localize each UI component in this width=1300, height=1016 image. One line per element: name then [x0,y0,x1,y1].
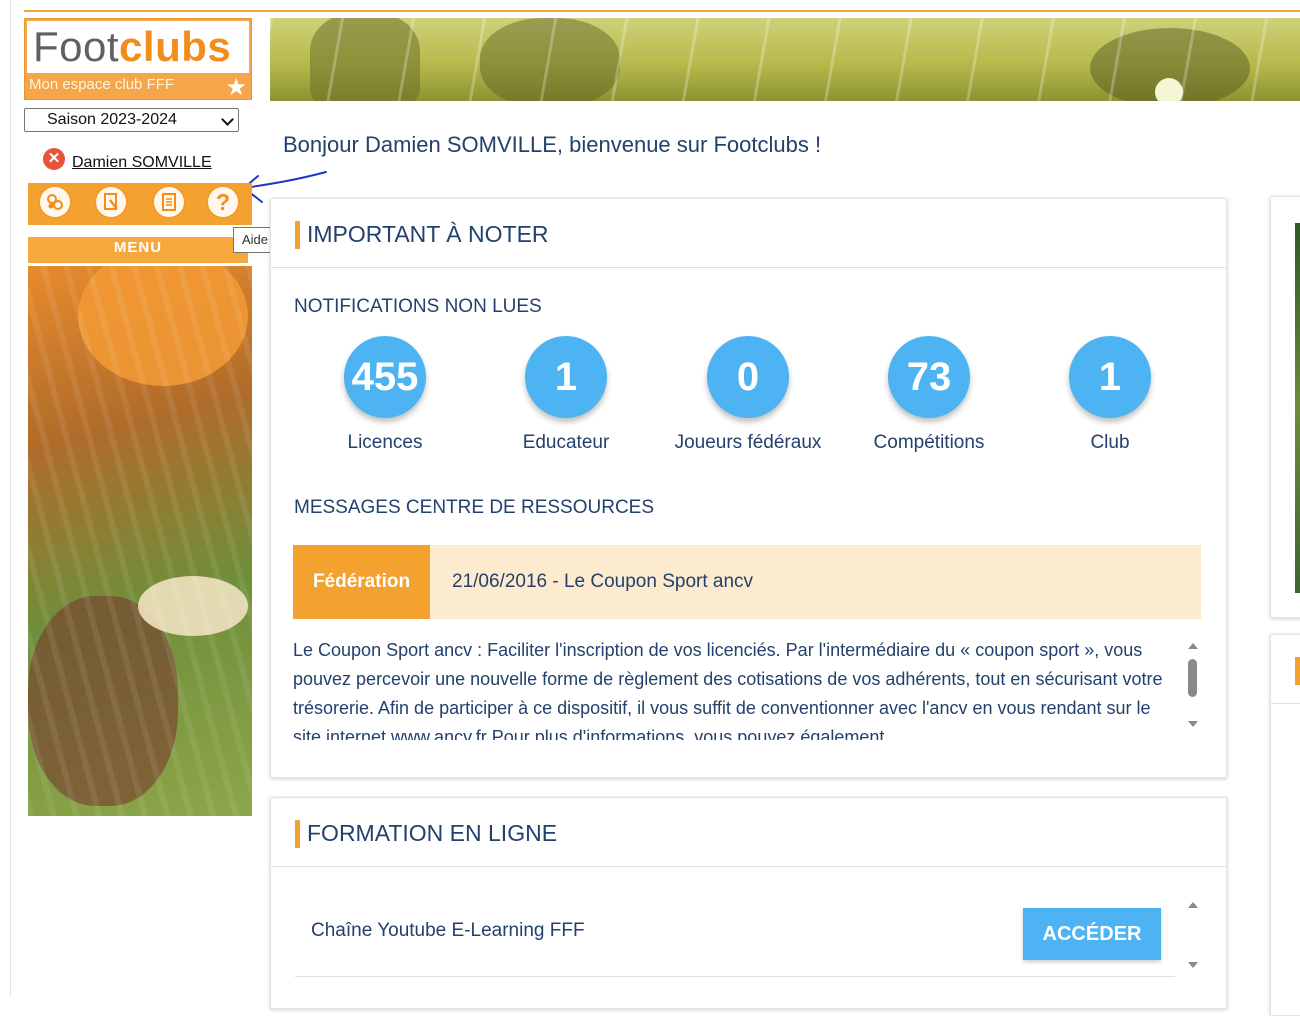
formation-item: Chaîne Youtube E-Learning FFF ACCÉDER [295,890,1175,977]
scroll-down-icon[interactable] [1188,962,1198,968]
logo-tagline: Mon espace club FFF [29,76,175,93]
scrollbar-thumb[interactable] [1188,659,1197,697]
notification-label: Educateur [522,432,610,453]
message-source-tag: Fédération [293,545,430,619]
user-name-link[interactable]: Damien SOMVILLE [72,154,212,172]
title-accent-bar [295,221,300,249]
formation-panel-title: FORMATION EN LIGNE [307,820,558,846]
notification-label: Club [1090,432,1130,453]
notification-count-badge: 73 [888,336,970,418]
message-title: 21/06/2016 - Le Coupon Sport ancv [452,571,754,592]
logo-wordmark: Footclubs [27,21,249,73]
notification-educateur[interactable]: 1 Educateur [486,336,646,454]
notifications-title: NOTIFICATIONS NON LUES [294,296,542,317]
notification-club[interactable]: 1 Club [1030,336,1190,454]
season-select-value: Saison 2023-2024 [47,111,177,128]
title-accent-bar [295,820,300,848]
formation-scrollbar[interactable] [1185,902,1201,968]
right-panel [1270,634,1300,1016]
logo-word-clubs: clubs [119,23,232,70]
logo-word-foot: Foot [33,23,120,70]
chevron-down-icon [221,113,234,126]
page-left-border [10,0,11,996]
message-body: Le Coupon Sport ancv : Faciliter l'inscr… [293,640,1163,740]
notification-label: Licences [347,432,423,453]
notification-label: Joueurs fédéraux [674,432,822,453]
message-row[interactable]: Fédération 21/06/2016 - Le Coupon Sport … [293,545,1201,619]
formation-panel-header: FORMATION EN LIGNE [271,798,1226,867]
toolbar: ? [28,183,252,225]
important-panel-header: IMPORTANT À NOTER [271,199,1226,268]
formation-item-label: Chaîne Youtube E-Learning FFF [311,920,585,941]
season-select[interactable]: Saison 2023-2024 [24,108,239,132]
notification-competitions[interactable]: 73 Compétitions [849,336,1009,454]
star-icon: ★ [225,74,247,101]
logout-icon[interactable]: ✕ [43,148,65,170]
footclubs-logo[interactable]: Footclubs Mon espace club FFF ★ [24,18,252,101]
scroll-up-icon[interactable] [1188,902,1198,908]
right-image-panel [1270,196,1300,618]
scroll-down-icon[interactable] [1188,721,1198,727]
notification-count-badge: 1 [1069,336,1151,418]
acceder-button[interactable]: ACCÉDER [1023,908,1161,960]
notification-licences[interactable]: 455 Licences [305,336,465,454]
notification-count-badge: 455 [344,336,426,418]
header-banner-image [270,18,1300,101]
important-panel-title: IMPORTANT À NOTER [307,221,549,247]
message-scrollbar[interactable] [1185,643,1201,727]
notes-icon[interactable] [152,185,186,219]
welcome-message: Bonjour Damien SOMVILLE, bienvenue sur F… [283,132,822,157]
messages-title: MESSAGES CENTRE DE RESSOURCES [294,497,655,518]
document-search-icon[interactable] [94,185,128,219]
notification-joueurs-federaux[interactable]: 0 Joueurs fédéraux [668,336,828,454]
help-icon[interactable]: ? [206,185,240,219]
club-icon[interactable] [38,185,72,219]
notification-count-badge: 0 [707,336,789,418]
menu-header[interactable]: MENU [28,237,248,266]
sidebar-image [28,266,252,816]
notification-count-badge: 1 [525,336,607,418]
header-top-rule [24,10,1300,12]
scroll-up-icon[interactable] [1188,643,1198,649]
notification-label: Compétitions [873,432,985,453]
